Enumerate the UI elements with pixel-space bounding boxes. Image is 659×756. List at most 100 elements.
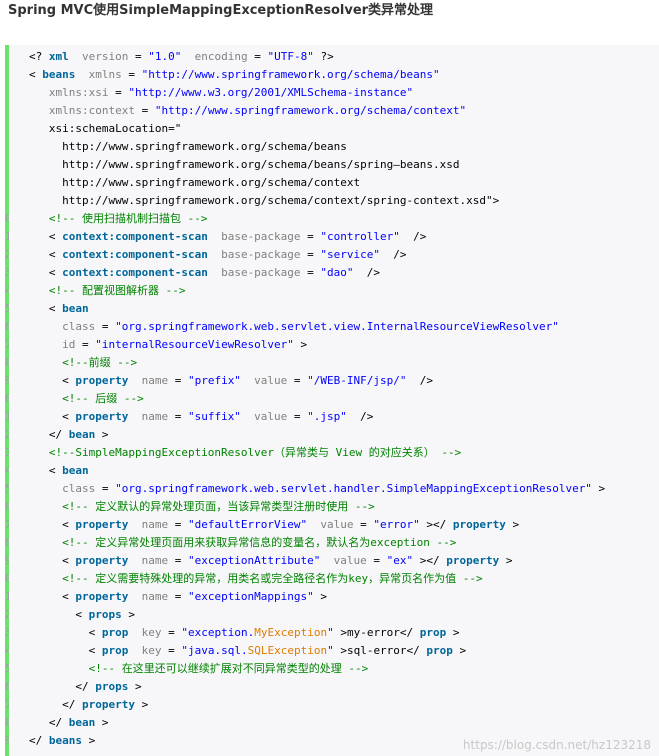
- code-token: "error": [373, 518, 420, 531]
- code-token: =: [101, 320, 116, 333]
- code-token: =: [81, 338, 96, 351]
- code-token: =: [307, 230, 321, 243]
- code-token: property: [81, 698, 135, 711]
- code-token: =: [134, 50, 149, 63]
- line-number: 5: [5, 662, 9, 675]
- line-number: 5: [5, 302, 9, 315]
- code-token: >: [446, 626, 460, 639]
- code-token: "defaultErrorView": [187, 518, 308, 531]
- code-token: value: [240, 410, 294, 423]
- code-token: =: [174, 554, 188, 567]
- code-token: id: [29, 338, 82, 351]
- line-number: 3: [5, 446, 9, 459]
- code-token: version: [68, 50, 135, 63]
- code-token: class: [29, 320, 102, 333]
- code-token: >: [313, 590, 328, 603]
- code-token: >: [591, 482, 606, 495]
- code-token: "dao": [320, 266, 354, 279]
- code-line: http://www.springframework.org/schema/co…: [29, 174, 360, 192]
- code-token: </: [29, 734, 49, 747]
- line-number: 2: [5, 608, 9, 621]
- code-token: SQLException: [247, 644, 328, 657]
- code-token: property: [446, 554, 500, 567]
- code-token: />: [346, 410, 374, 423]
- code-token: <: [29, 626, 102, 639]
- code-token: beans: [42, 68, 76, 81]
- code-token: <!--前缀 -->: [29, 356, 138, 369]
- code-token: <: [29, 302, 63, 315]
- code-token: http://www.springframework.org/schema/co…: [29, 176, 361, 189]
- code-line: xmlns:context = "http://www.springframew…: [29, 102, 466, 120]
- code-token: xmlns:xsi: [29, 86, 116, 99]
- code-token: <: [29, 608, 89, 621]
- code-line: id = "internalResourceViewResolver" >: [29, 336, 307, 354]
- code-token: "http://www.springframework.org/schema/c…: [154, 104, 467, 117]
- line-number: 8: [5, 536, 9, 549]
- code-line: http://www.springframework.org/schema/co…: [29, 192, 499, 210]
- line-number: 4: [5, 284, 9, 297]
- code-line: < props >: [29, 606, 135, 624]
- line-number: 6: [5, 320, 9, 333]
- code-token: "1.0": [148, 50, 182, 63]
- code-token: xml: [48, 50, 69, 63]
- code-token: =: [168, 626, 182, 639]
- code-token: <: [29, 248, 63, 261]
- line-number: 6: [5, 680, 9, 693]
- line-number: 4: [5, 464, 9, 477]
- line-number: 7: [5, 698, 9, 711]
- code-token: <!-- 在这里还可以继续扩展对不同异常类型的处理 -->: [29, 662, 369, 675]
- code-line: xsi:schemaLocation=": [29, 120, 181, 138]
- code-line: < property name = "suffix" value = ".jsp…: [29, 408, 373, 426]
- code-token: <: [29, 230, 63, 243]
- code-token: </: [29, 698, 82, 711]
- code-token: name: [128, 590, 175, 603]
- code-line: </ beans >: [29, 732, 95, 750]
- code-token: property: [75, 410, 129, 423]
- code-token: "http://www.w3.org/2001/XMLSchema-instan…: [128, 86, 414, 99]
- code-token: context:component-scan: [62, 230, 208, 243]
- line-number: 3: [5, 626, 9, 639]
- line-number: 9: [5, 374, 9, 387]
- code-token: <: [29, 590, 76, 603]
- line-number: 3: [5, 266, 9, 279]
- code-token: "java.sql.: [181, 644, 248, 657]
- code-line: < property name = "prefix" value = "/WEB…: [29, 372, 433, 390]
- line-number: 2: [5, 428, 9, 441]
- code-token: <!-- 配置视图解析器 -->: [29, 284, 186, 297]
- code-token: <!-- 使用扫描机制扫描包 -->: [29, 212, 208, 225]
- code-token: =: [293, 410, 308, 423]
- line-number: 0: [5, 392, 9, 405]
- code-token: =: [101, 482, 116, 495]
- code-line: < property name = "exceptionMappings" >: [29, 588, 327, 606]
- code-token: <!-- 后缀 -->: [29, 392, 144, 405]
- code-token: <!-- 定义默认的异常处理页面，当该异常类型注册时使用 -->: [29, 500, 375, 513]
- code-token: MyException: [254, 626, 328, 639]
- code-token: =: [254, 50, 268, 63]
- code-line: < property name = "exceptionAttribute" v…: [29, 552, 512, 570]
- line-number: 4: [5, 644, 9, 657]
- line-number: [5, 156, 9, 174]
- code-token: xsi:schemaLocation=": [29, 122, 182, 135]
- code-line: < beans xmlns = "http://www.springframew…: [29, 66, 440, 84]
- line-number: 1: [5, 230, 9, 243]
- code-line: http://www.springframework.org/schema/be…: [29, 156, 459, 174]
- code-token: property: [75, 518, 129, 531]
- code-token: <: [29, 374, 76, 387]
- code-token: ></: [413, 554, 447, 567]
- code-token: "suffix": [187, 410, 241, 423]
- code-token: prop: [419, 626, 447, 639]
- code-token: key: [128, 626, 169, 639]
- line-number: [5, 192, 9, 210]
- code-token: property: [75, 374, 129, 387]
- code-token: bean: [68, 428, 96, 441]
- code-token: ".jsp": [307, 410, 347, 423]
- line-number: 1: [5, 590, 9, 603]
- code-token: <!--SimpleMappingExceptionResolver（异常类与 …: [29, 446, 462, 459]
- code-token: "UTF-8": [267, 50, 314, 63]
- code-token: ": [327, 644, 334, 657]
- code-token: <?: [29, 50, 49, 63]
- code-token: props: [95, 680, 129, 693]
- code-token: base-package: [207, 230, 308, 243]
- line-number: 2: [5, 248, 9, 261]
- code-token: />: [399, 230, 427, 243]
